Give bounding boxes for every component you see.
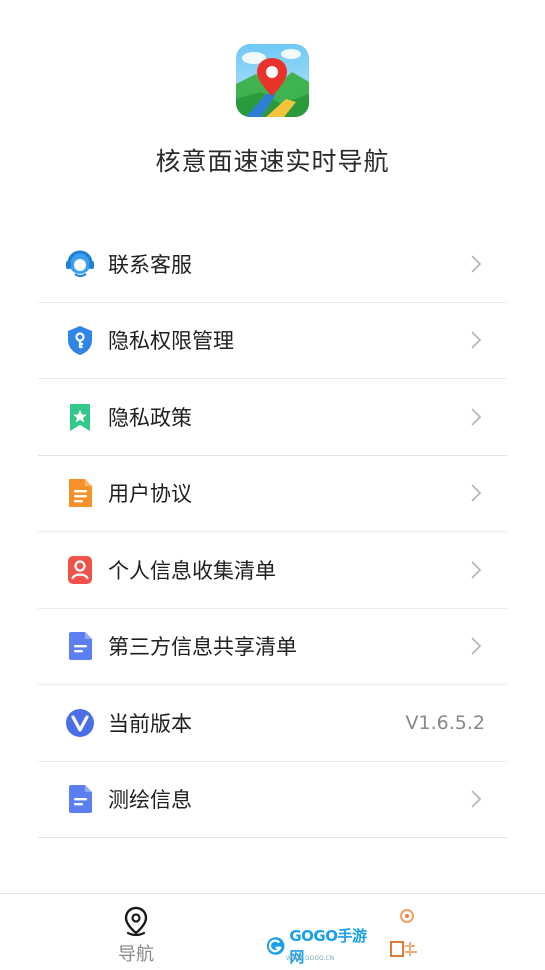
menu-item-label: 个人信息收集清单: [108, 558, 276, 583]
chevron-right-icon: [471, 561, 482, 579]
watermark-g-icon: [266, 937, 285, 955]
app-logo: [236, 44, 309, 117]
bottom-tab-bar: 导航: [0, 893, 545, 969]
menu-item-label: 用户协议: [108, 482, 192, 507]
menu-item-label: 隐私政策: [108, 405, 192, 430]
version-v-icon: [64, 707, 96, 739]
menu-item-surveying-info[interactable]: 测绘信息: [38, 762, 507, 838]
menu-item-label: 测绘信息: [108, 788, 192, 813]
bookmark-star-icon: [64, 401, 96, 433]
person-card-icon: [64, 554, 96, 586]
chevron-right-icon: [471, 790, 482, 808]
menu-item-label: 联系客服: [108, 252, 192, 277]
shield-key-icon: [64, 324, 96, 356]
menu-item-privacy-permissions[interactable]: 隐私权限管理: [38, 303, 507, 379]
app-name: 核意面速速实时导航: [155, 147, 390, 176]
document-list-icon: [64, 630, 96, 662]
settings-menu: 联系客服 隐私权限管理 隐私政策 用户协议 个人信息收集清单 第三方信息共享清单…: [38, 226, 507, 838]
version-value: V1.6.5.2: [405, 711, 485, 734]
menu-item-label: 第三方信息共享清单: [108, 635, 297, 660]
chevron-right-icon: [471, 637, 482, 655]
app-header: 核意面速速实时导航: [0, 0, 545, 210]
map-pin-icon: [124, 906, 148, 937]
tab-navigation[interactable]: 导航: [106, 904, 166, 965]
menu-item-user-agreement[interactable]: 用户协议: [38, 456, 507, 532]
tab-navigation-label: 导航: [118, 944, 154, 965]
menu-item-current-version[interactable]: 当前版本 V1.6.5.2: [38, 685, 507, 762]
menu-item-personal-info-list[interactable]: 个人信息收集清单: [38, 532, 507, 609]
document-icon: [64, 477, 96, 509]
chevron-right-icon: [471, 408, 482, 426]
chevron-right-icon: [471, 255, 482, 273]
menu-item-third-party-sharing[interactable]: 第三方信息共享清单: [38, 609, 507, 685]
chevron-right-icon: [471, 331, 482, 349]
tab-profile-partial[interactable]: [385, 906, 425, 966]
menu-item-privacy-policy[interactable]: 隐私政策: [38, 379, 507, 456]
watermark-logo: GOGO手游网: [266, 927, 370, 966]
menu-item-label: 隐私权限管理: [108, 329, 234, 354]
watermark-stamp-icon: [390, 909, 417, 957]
menu-item-customer-service[interactable]: 联系客服: [38, 226, 507, 303]
watermark-url: WWW.GOGO.CN: [286, 955, 335, 962]
chevron-right-icon: [471, 484, 482, 502]
document-list-icon: [64, 783, 96, 815]
menu-item-label: 当前版本: [108, 711, 192, 736]
customer-service-icon: [64, 248, 96, 280]
